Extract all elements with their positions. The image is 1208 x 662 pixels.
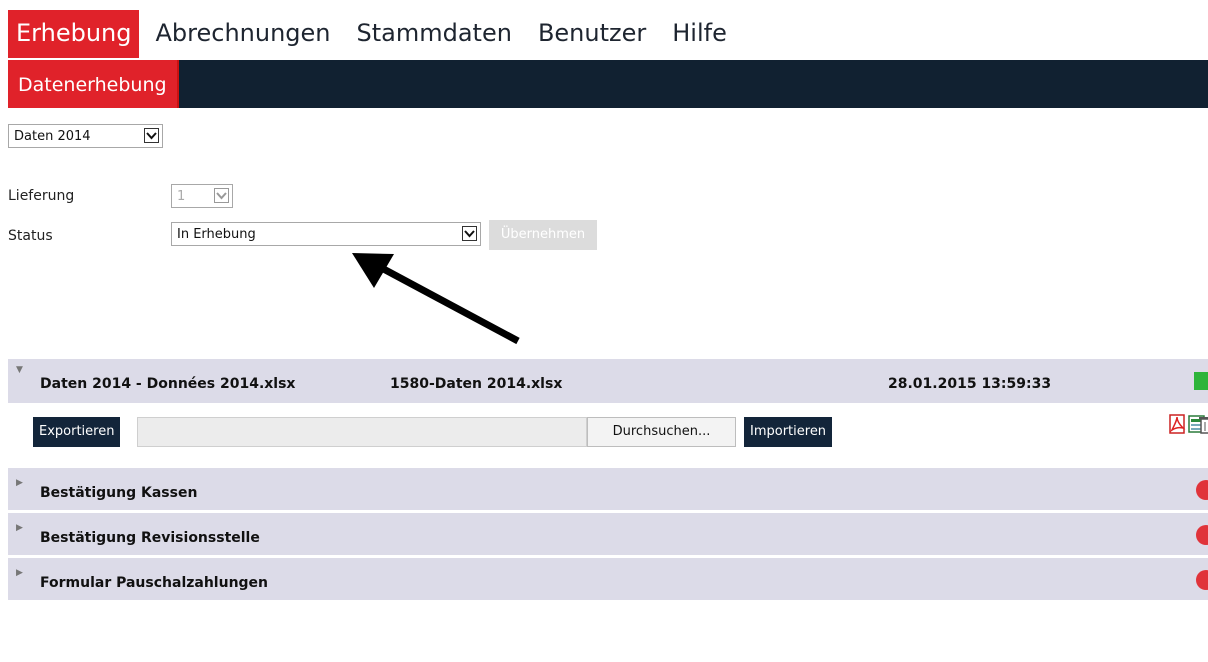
file-section-header[interactable]: ▼ Daten 2014 - Données 2014.xlsx 1580-Da… (8, 359, 1208, 403)
top-navigation: Erhebung Abrechnungen Stammdaten Benutze… (8, 10, 743, 58)
status-indicator-green (1194, 372, 1208, 390)
expand-triangle-icon: ▶ (16, 478, 23, 488)
trash-icon[interactable] (1198, 414, 1208, 434)
import-button[interactable]: Importieren (744, 417, 833, 447)
annotation-arrow-icon (352, 253, 520, 345)
expand-triangle-icon: ▶ (16, 523, 23, 533)
file-section-timestamp: 28.01.2015 13:59:33 (888, 376, 1052, 392)
section-bestaetigung-kassen[interactable]: ▶ Bestätigung Kassen (8, 468, 1208, 510)
section-bestaetigung-revisionsstelle[interactable]: ▶ Bestätigung Revisionsstelle (8, 513, 1208, 555)
section-title: Bestätigung Revisionsstelle (40, 530, 260, 546)
export-button[interactable]: Exportieren (33, 417, 121, 447)
chevron-down-icon (144, 128, 159, 143)
section-formular-pauschalzahlungen[interactable]: ▶ Formular Pauschalzahlungen (8, 558, 1208, 600)
pdf-icon[interactable] (1168, 414, 1186, 434)
file-section-filename: 1580-Daten 2014.xlsx (390, 376, 563, 392)
sub-navigation: Datenerhebung (8, 60, 1208, 108)
status-indicator-red (1196, 525, 1208, 545)
section-title: Formular Pauschalzahlungen (40, 575, 269, 591)
subnav-datenerhebung[interactable]: Datenerhebung (8, 60, 179, 108)
year-select[interactable]: Daten 2014 (8, 124, 163, 148)
browse-button[interactable]: Durchsuchen... (587, 417, 736, 447)
nav-abrechnungen[interactable]: Abrechnungen (145, 10, 340, 58)
nav-erhebung[interactable]: Erhebung (8, 10, 140, 58)
expand-triangle-icon: ▶ (16, 568, 23, 578)
nav-hilfe[interactable]: Hilfe (662, 10, 737, 58)
nav-benutzer[interactable]: Benutzer (528, 10, 656, 58)
chevron-down-icon (462, 226, 477, 241)
nav-stammdaten[interactable]: Stammdaten (347, 10, 522, 58)
lieferung-select[interactable]: 1 (171, 184, 233, 208)
status-indicator-red (1196, 570, 1208, 590)
collapse-triangle-icon: ▼ (16, 365, 23, 375)
status-label: Status (8, 228, 53, 244)
status-indicator-red (1196, 480, 1208, 500)
file-path-input[interactable] (137, 417, 587, 447)
status-select[interactable]: In Erhebung (171, 222, 481, 246)
chevron-down-icon (214, 188, 229, 203)
section-title: Bestätigung Kassen (40, 485, 198, 501)
apply-button[interactable]: Übernehmen (489, 220, 597, 250)
file-section-title: Daten 2014 - Données 2014.xlsx (40, 376, 296, 392)
lieferung-label: Lieferung (8, 188, 75, 204)
